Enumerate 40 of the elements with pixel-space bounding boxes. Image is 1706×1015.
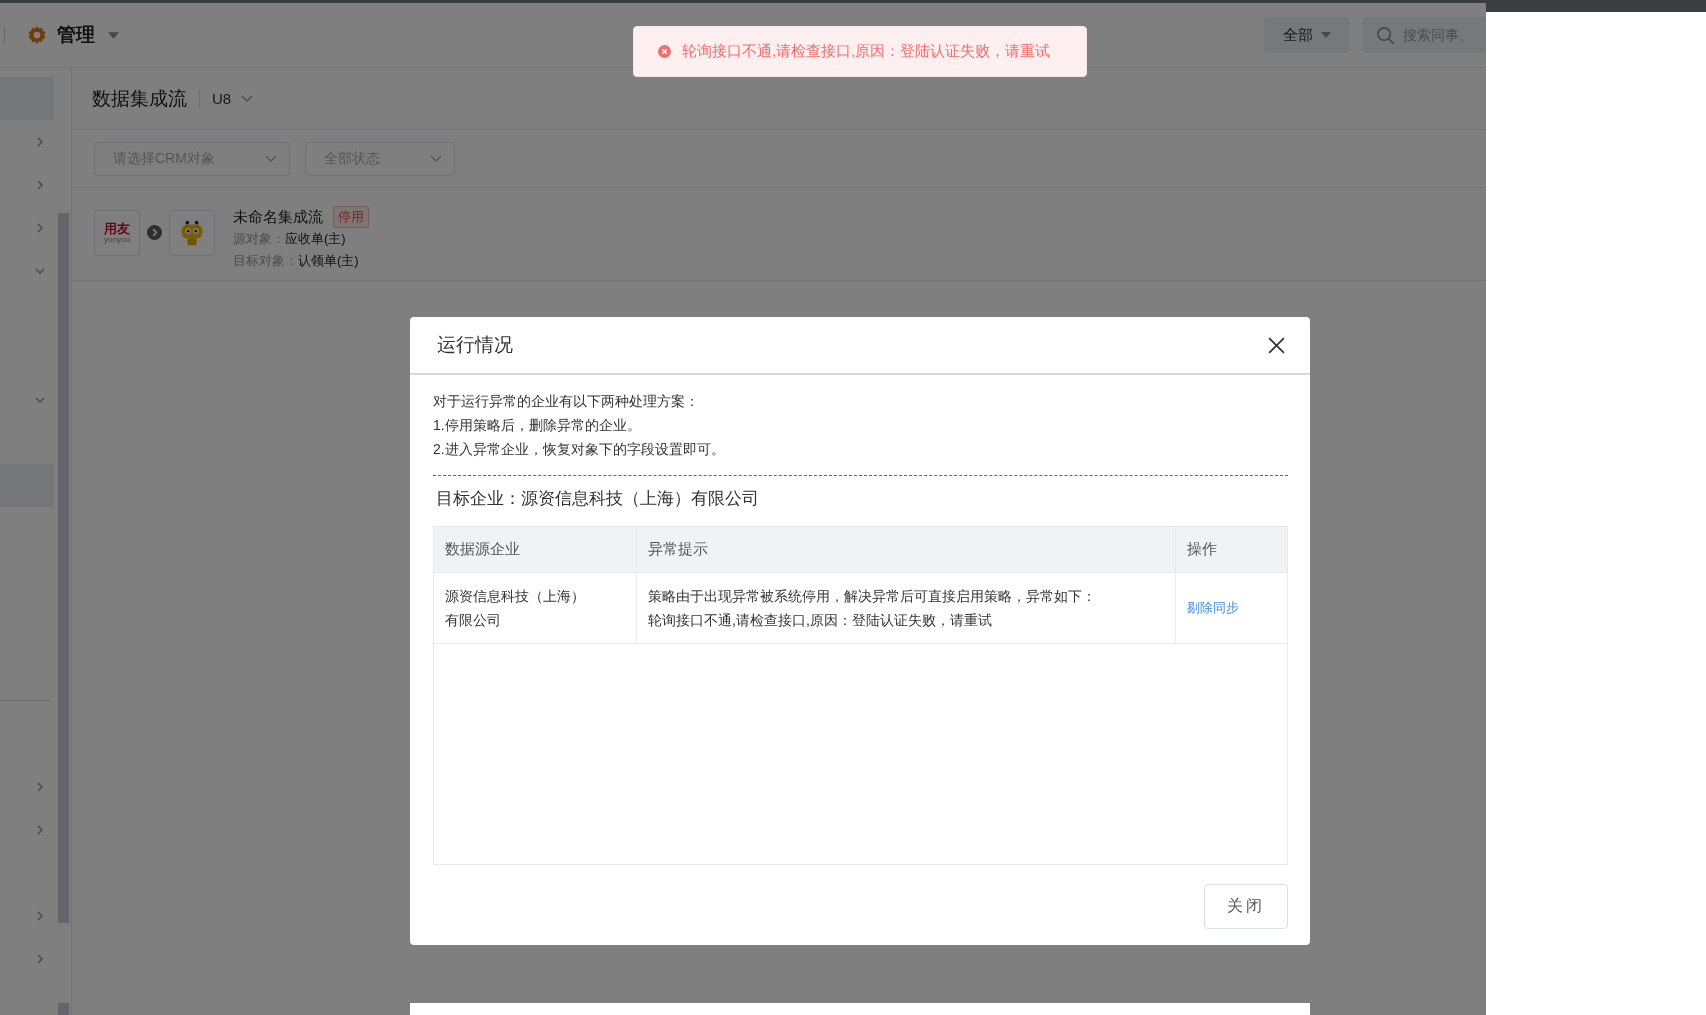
caret-icon	[1321, 32, 1331, 38]
column-header: 操作	[1187, 540, 1217, 559]
close-icon[interactable]	[1268, 336, 1285, 354]
column-header: 异常提示	[648, 540, 708, 559]
chevron-right-icon[interactable]	[34, 780, 46, 793]
instruction-text: 2.进入异常企业，恢复对象下的字段设置即可。	[433, 440, 726, 459]
chevron-right-icon[interactable]	[34, 823, 46, 836]
remove-sync-link[interactable]: 剔除同步	[1187, 596, 1239, 620]
chevron-down-icon	[265, 154, 277, 163]
scrollbar-thumb[interactable]	[58, 213, 69, 923]
error-icon	[658, 45, 671, 58]
gear-icon	[27, 25, 47, 45]
flow-name[interactable]: 未命名集成流	[233, 207, 323, 227]
error-toast: 轮询接口不通,请检查接口,原因：登陆认证失败，请重试	[633, 26, 1087, 77]
table-cell-text: 策略由于出现异常被系统停用，解决异常后可直接启用策略，异常如下：轮询接口不通,请检查接口,原因：登陆认证失败，请重试	[648, 587, 1097, 630]
page-title: 数据集成流	[92, 86, 187, 111]
target-company: 目标企业：源资信息科技（上海）有限公司	[436, 488, 760, 510]
instruction-text: 1.停用策略后，删除异常的企业。	[433, 416, 642, 435]
chevron-down-icon	[430, 154, 442, 163]
app-title: 管理	[57, 23, 95, 47]
chevron-right-icon[interactable]	[34, 909, 46, 922]
caret-icon[interactable]	[108, 31, 119, 39]
dialog-title: 运行情况	[437, 333, 513, 357]
chevron-right-icon[interactable]	[34, 952, 46, 965]
scrollbar-thumb[interactable]	[58, 1003, 69, 1015]
chevron-right-icon[interactable]	[34, 221, 46, 234]
field-value: 应收单(主)	[285, 231, 346, 246]
scope-dropdown[interactable]: 全部	[1264, 17, 1350, 53]
table-cell-text: 源资信息科技（上海）有限公司	[445, 587, 586, 630]
search-icon[interactable]	[1376, 25, 1395, 45]
chevron-right-icon[interactable]	[34, 178, 46, 191]
column-header: 数据源企业	[445, 540, 520, 559]
system-dropdown[interactable]: U8	[212, 90, 254, 107]
field-value: 认领单(主)	[298, 253, 359, 268]
arrow-right-icon	[147, 225, 162, 240]
chevron-down-icon	[241, 94, 254, 103]
status-badge: 停用	[333, 206, 369, 228]
chevron-right-icon[interactable]	[34, 135, 46, 148]
instruction-text: 对于运行异常的企业有以下两种处理方案：	[433, 392, 700, 411]
close-button[interactable]: 关闭	[1204, 884, 1288, 929]
